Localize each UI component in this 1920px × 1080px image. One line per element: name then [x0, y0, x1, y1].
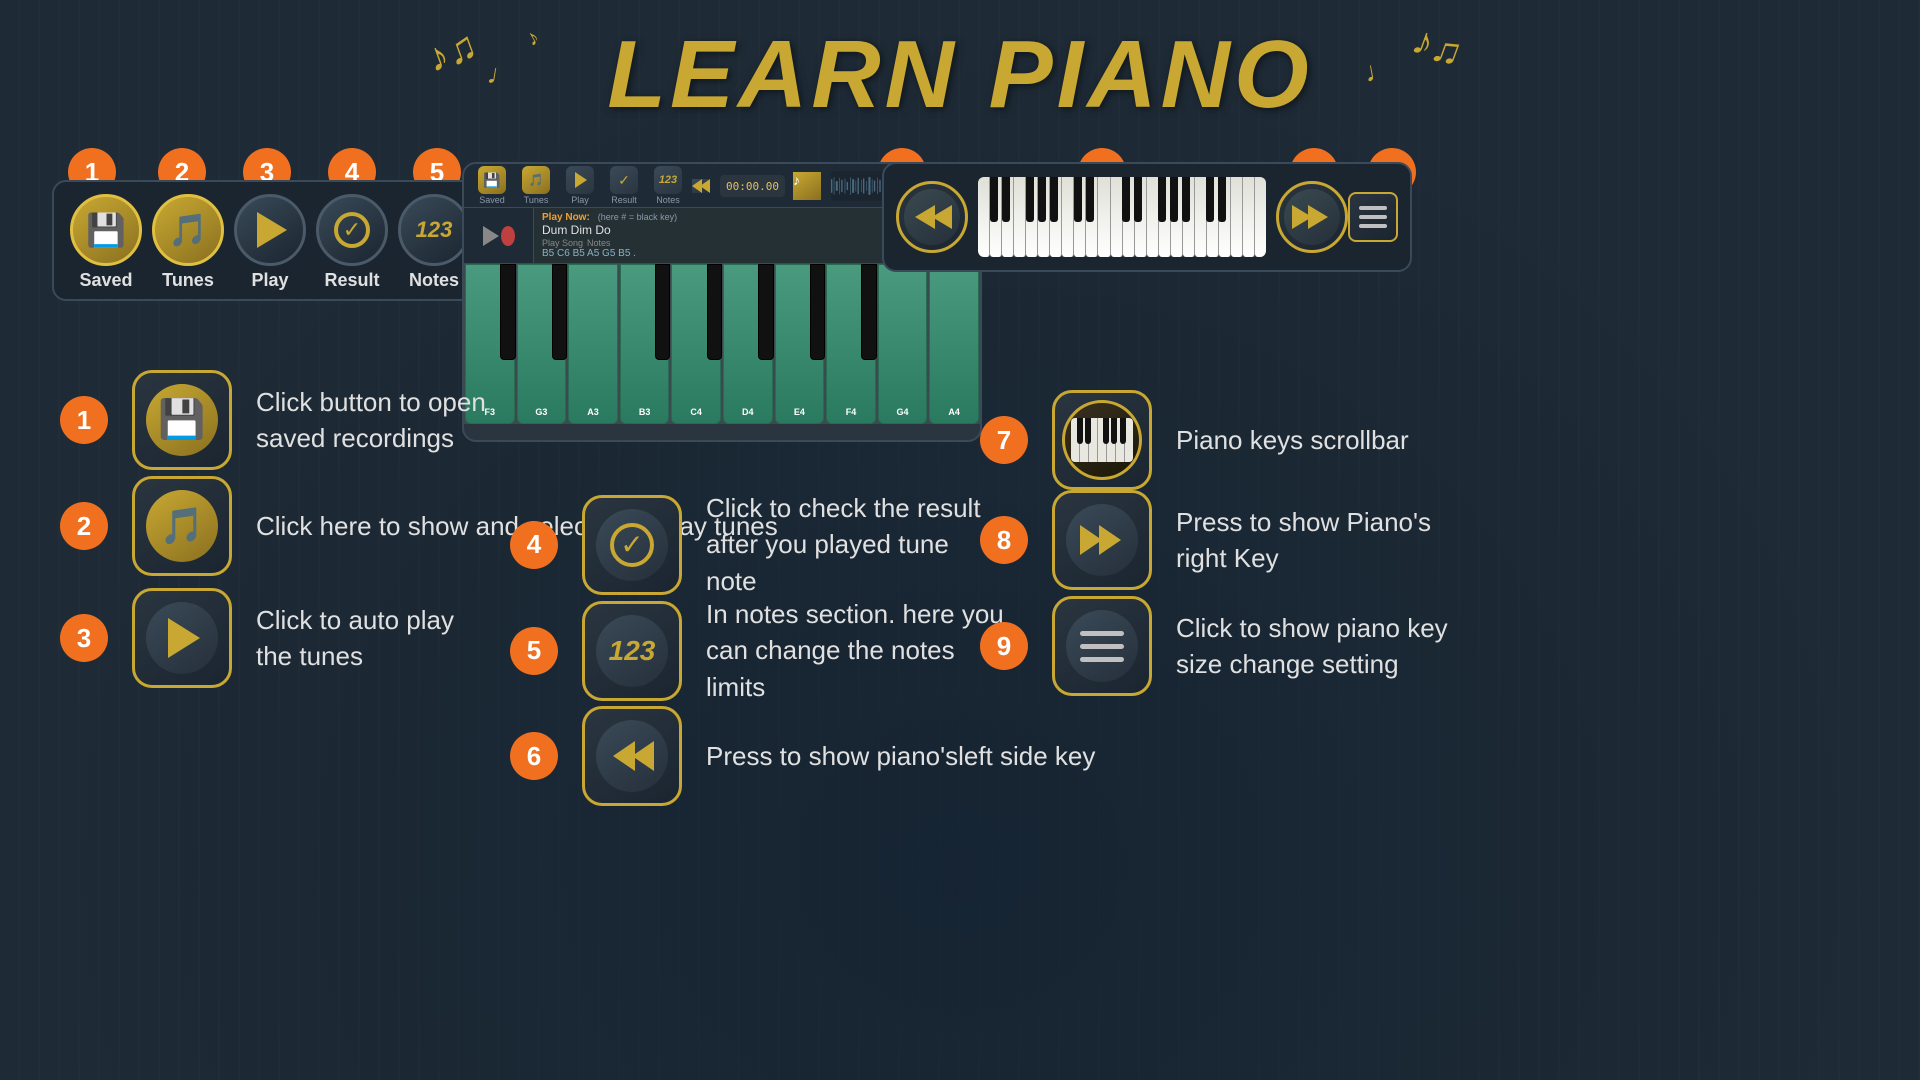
- help-badge-3: 3: [60, 614, 108, 662]
- help-text-5: In notes section. here you can change th…: [706, 596, 1004, 705]
- help-badge-5: 5: [510, 627, 558, 675]
- toolbar-tunes-button[interactable]: 🎵 Tunes: [152, 194, 224, 291]
- help-item-4: 4 ✓ Click to check the resultafter you p…: [510, 490, 981, 599]
- help-badge-7: 7: [980, 416, 1028, 464]
- scroll-left-button[interactable]: [896, 181, 968, 253]
- toolbar-play-button[interactable]: Play: [234, 194, 306, 291]
- mini-piano-display: [978, 177, 1266, 257]
- help-text-7: Piano keys scrollbar: [1176, 422, 1409, 458]
- help-text-3: Click to auto playthe tunes: [256, 602, 454, 675]
- help-icon-fastforward: [1052, 490, 1152, 590]
- scroll-right-button[interactable]: [1276, 181, 1348, 253]
- toolbar-notes-button[interactable]: 123 Notes: [398, 194, 470, 291]
- music-note-tl3: ♪: [522, 24, 545, 52]
- saved-icon: 💾: [70, 194, 142, 266]
- key-b3[interactable]: B3: [620, 264, 670, 424]
- result-icon: ✓: [316, 194, 388, 266]
- app-result-btn[interactable]: ✓ Result: [604, 164, 644, 207]
- key-a4[interactable]: A4: [929, 264, 979, 424]
- help-item-3: 3 Click to auto playthe tunes: [60, 588, 454, 688]
- key-g3[interactable]: G3: [517, 264, 567, 424]
- app-notes-btn[interactable]: 123 Notes: [648, 164, 688, 207]
- toolbar-result-button[interactable]: ✓ Result: [316, 194, 388, 291]
- play-icon: [234, 194, 306, 266]
- key-g4[interactable]: G4: [878, 264, 928, 424]
- help-badge-4: 4: [510, 521, 558, 569]
- key-d4[interactable]: D4: [723, 264, 773, 424]
- help-badge-1: 1: [60, 396, 108, 444]
- help-icon-saved: 💾: [132, 370, 232, 470]
- title-area: ♪♫ ♩ ♪ LEARN PIANO ♪♫ ♩: [607, 20, 1312, 130]
- result-label: Result: [324, 270, 379, 291]
- play-hint: (here # = black key): [598, 212, 677, 222]
- toolbar-saved-button[interactable]: 💾 Saved: [70, 194, 142, 291]
- help-item-9: 9 Click to show piano keysize change set…: [980, 596, 1448, 696]
- help-badge-6: 6: [510, 732, 558, 780]
- help-badge-9: 9: [980, 622, 1028, 670]
- play-info: Play Now: (here # = black key) Dum Dim D…: [534, 208, 910, 263]
- play-notes: B5 C6 B5 A5 G5 B5 .: [542, 248, 902, 259]
- help-text-9: Click to show piano keysize change setti…: [1176, 610, 1448, 683]
- music-note-tr2: ♩: [1362, 53, 1395, 89]
- play-now-label: Play Now:: [542, 212, 590, 223]
- key-e4[interactable]: E4: [775, 264, 825, 424]
- top-toolbar: 💾 Saved 🎵 Tunes Play ✓ Result 123 Notes: [52, 180, 488, 301]
- help-text-8: Press to show Piano'sright Key: [1176, 504, 1431, 577]
- saved-label: Saved: [79, 270, 132, 291]
- page-title: LEARN PIANO: [607, 21, 1312, 128]
- help-item-7: 7 Piano keys scrollbar: [980, 390, 1409, 490]
- help-item-1: 1 💾 Click button to opensaved recordings: [60, 370, 486, 470]
- help-text-6: Press to show piano'sleft side key: [706, 738, 1095, 774]
- play-label: Play: [251, 270, 288, 291]
- help-text-1: Click button to opensaved recordings: [256, 384, 486, 457]
- help-text-4: Click to check the resultafter you playe…: [706, 490, 981, 599]
- menu-button[interactable]: [1348, 192, 1398, 242]
- app-play-btn[interactable]: Play: [560, 164, 600, 207]
- app-tunes-btn[interactable]: 🎵 Tunes: [516, 164, 556, 207]
- help-icon-notes: 123: [582, 601, 682, 701]
- help-icon-piano-scroll: [1052, 390, 1152, 490]
- play-song-name: Dum Dim Do: [542, 223, 902, 237]
- key-f4[interactable]: F4: [826, 264, 876, 424]
- help-item-6: 6 Press to show piano'sleft side key: [510, 706, 1095, 806]
- help-item-5: 5 123 In notes section. here you can cha…: [510, 596, 1004, 705]
- tunes-label: Tunes: [162, 270, 214, 291]
- music-note-tr1: ♪♫: [1406, 18, 1468, 77]
- help-icon-rewind: [582, 706, 682, 806]
- music-note-tl2: ♩: [485, 58, 518, 94]
- help-icon-menu: [1052, 596, 1152, 696]
- piano-scrollbar-widget: [882, 162, 1412, 272]
- help-icon-result: ✓: [582, 495, 682, 595]
- key-c4[interactable]: C4: [671, 264, 721, 424]
- help-icon-tunes: 🎵: [132, 476, 232, 576]
- app-saved-btn[interactable]: 💾 Saved: [472, 164, 512, 207]
- tunes-icon: 🎵: [152, 194, 224, 266]
- notes-label: Notes: [409, 270, 459, 291]
- music-note-tl1: ♪♫: [421, 23, 483, 82]
- help-item-8: 8 Press to show Piano'sright Key: [980, 490, 1431, 590]
- help-badge-8: 8: [980, 516, 1028, 564]
- notes-icon: 123: [398, 194, 470, 266]
- piano-keys-area: F3 G3 A3 B3 C4 D4 E4 F4 G4 A4: [464, 264, 980, 424]
- help-badge-2: 2: [60, 502, 108, 550]
- help-icon-play: [132, 588, 232, 688]
- key-a3[interactable]: A3: [568, 264, 618, 424]
